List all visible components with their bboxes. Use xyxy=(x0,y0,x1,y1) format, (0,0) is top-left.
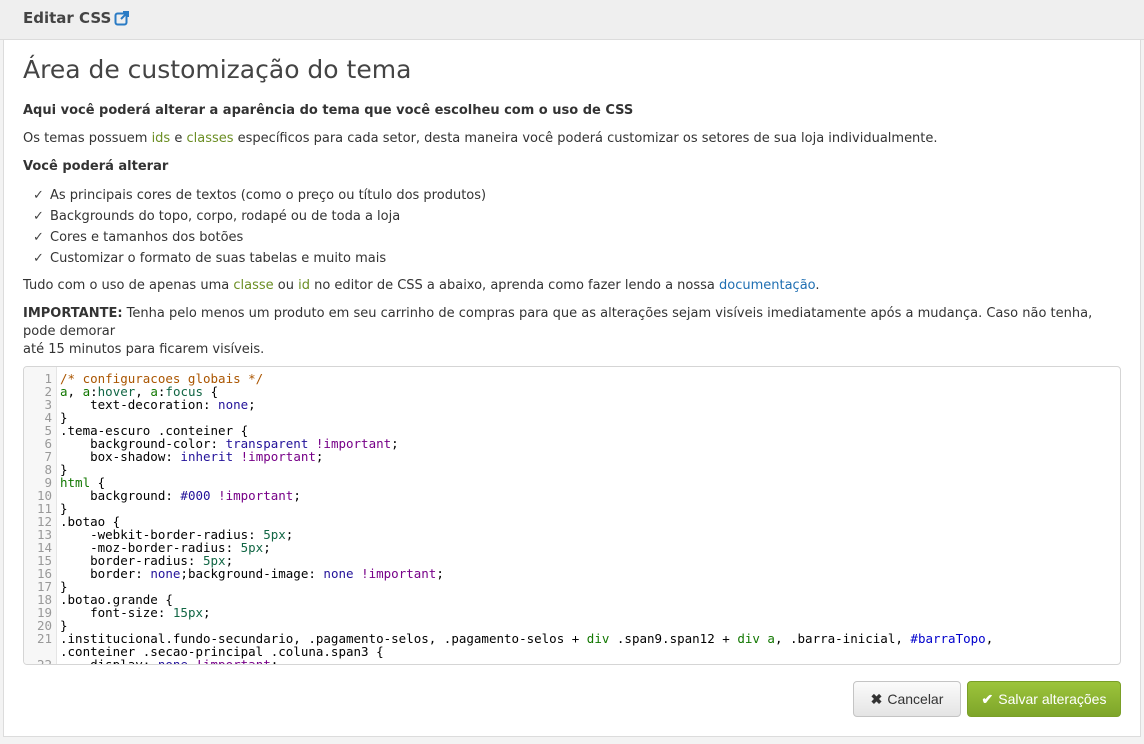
code-line[interactable]: 22 display: none !important; xyxy=(24,657,993,665)
save-button[interactable]: ✔ Salvar alterações xyxy=(967,681,1121,717)
feature-list: ✓ As principais cores de textos (como o p… xyxy=(33,185,486,269)
id-text: id xyxy=(298,278,310,293)
code-text: text-decoration: none; xyxy=(60,397,256,412)
code-text: border: none;background-image: none !imp… xyxy=(60,566,444,581)
top-bar: Editar CSS xyxy=(0,0,1144,40)
important-label: IMPORTANTE: xyxy=(23,306,123,321)
close-icon: ✖ xyxy=(870,690,883,707)
line-number: 4 xyxy=(44,410,52,425)
usage-paragraph: Tudo com o uso de apenas uma classe ou i… xyxy=(23,277,820,295)
text: no editor de CSS a abaixo, aprenda como … xyxy=(309,278,719,293)
text: ou xyxy=(273,278,299,293)
ids-text: ids xyxy=(151,131,171,146)
external-link-icon[interactable] xyxy=(114,10,130,26)
code-text: background: #000 !important; xyxy=(60,488,301,503)
code-text: display: none !important; xyxy=(60,657,279,665)
check-icon: ✔ xyxy=(981,690,994,707)
list-item-label: Backgrounds do topo, corpo, rodapé ou de… xyxy=(50,209,401,224)
list-item-label: Customizar o formato de suas tabelas e m… xyxy=(50,251,387,266)
line-number: 1 xyxy=(44,371,52,386)
line-number: 21 xyxy=(36,631,52,646)
list-item: ✓ Cores e tamanhos dos botões xyxy=(33,227,486,248)
code-line[interactable]: 8} xyxy=(24,463,993,476)
text: específicos para cada setor, desta manei… xyxy=(233,131,938,146)
line-number: 8 xyxy=(44,462,52,477)
cancel-label: Cancelar xyxy=(887,691,944,707)
list-item-label: As principais cores de textos (como o pr… xyxy=(50,188,487,203)
code-text: font-size: 15px; xyxy=(60,605,211,620)
list-item: ✓ Customizar o formato de suas tabelas e … xyxy=(33,248,486,269)
line-number: 5 xyxy=(44,423,52,438)
text: e xyxy=(170,131,187,146)
line-number: 2 xyxy=(44,384,52,399)
check-icon: ✓ xyxy=(33,209,44,224)
code-line[interactable]: 3 text-decoration: none; xyxy=(24,398,993,411)
list-item: ✓ As principais cores de textos (como o p… xyxy=(33,185,486,206)
text: Tenha pelo menos um produto em seu carri… xyxy=(23,306,1093,339)
code-line[interactable]: 16 border: none;background-image: none !… xyxy=(24,567,993,580)
css-code-editor[interactable]: 1/* configuracoes globais */2 a, a:hover,… xyxy=(23,366,1121,665)
code-lines[interactable]: 1/* configuracoes globais */2 a, a:hover,… xyxy=(24,371,993,665)
documentation-link[interactable]: documentação xyxy=(719,278,815,293)
text: Tudo com o uso de apenas uma xyxy=(23,278,234,293)
code-line[interactable]: 11} xyxy=(24,502,993,515)
check-icon: ✓ xyxy=(33,188,44,203)
save-label: Salvar alterações xyxy=(998,691,1107,707)
line-number: 7 xyxy=(44,449,52,464)
code-line[interactable]: 10 background: #000 !important; xyxy=(24,489,993,502)
intro-text: Aqui você poderá alterar a aparência do … xyxy=(23,103,634,118)
page-title: Área de customização do tema xyxy=(23,55,412,84)
code-line[interactable]: 7 box-shadow: inherit !important; xyxy=(24,450,993,463)
text: Os temas possuem xyxy=(23,131,152,146)
list-item: ✓ Backgrounds do topo, corpo, rodapé ou d… xyxy=(33,206,486,227)
text: até 15 minutos para ficarem visíveis. xyxy=(23,342,265,357)
cancel-button[interactable]: ✖ Cancelar xyxy=(853,681,961,717)
line-number: 6 xyxy=(44,436,52,451)
line-number: 3 xyxy=(44,397,52,412)
can-change-heading: Você poderá alterar xyxy=(23,159,169,174)
content: Área de customização do tema Aqui você p… xyxy=(23,40,1123,357)
code-line[interactable]: 19 font-size: 15px; xyxy=(24,606,993,619)
line-number: 22 xyxy=(36,657,52,665)
check-icon: ✓ xyxy=(33,230,44,245)
list-item-label: Cores e tamanhos dos botões xyxy=(50,230,244,245)
themes-paragraph: Os temas possuem ids e classes específic… xyxy=(23,130,938,148)
important-paragraph: IMPORTANTE: Tenha pelo menos um produto … xyxy=(23,305,1121,359)
text: . xyxy=(815,278,820,293)
classes-text: classes xyxy=(186,131,234,146)
code-text: box-shadow: inherit !important; xyxy=(60,449,324,464)
check-icon: ✓ xyxy=(33,251,44,266)
classe-text: classe xyxy=(233,278,274,293)
page-header-title: Editar CSS xyxy=(23,9,112,27)
